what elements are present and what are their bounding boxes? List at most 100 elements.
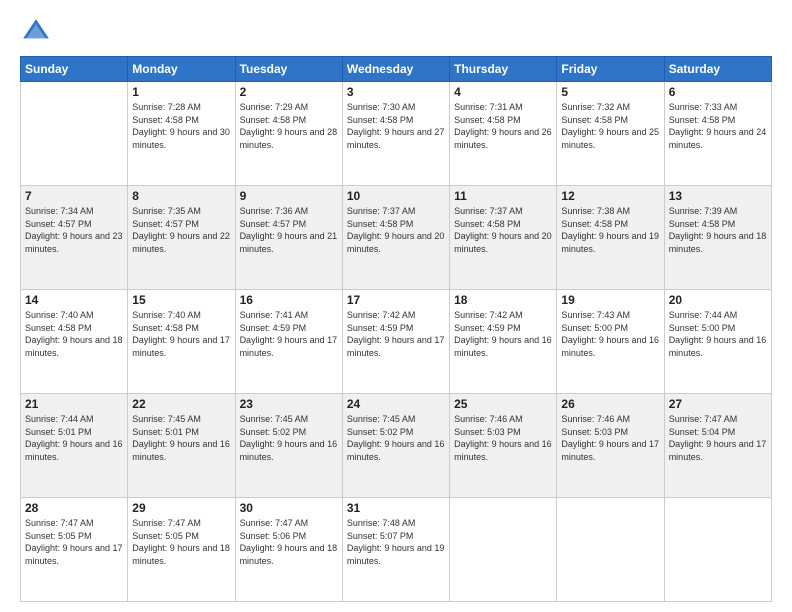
day-number: 10: [347, 189, 445, 203]
daylight-label: Daylight: 9 hours and 21 minutes.: [240, 231, 338, 254]
calendar-cell: 31 Sunrise: 7:48 AM Sunset: 5:07 PM Dayl…: [342, 498, 449, 602]
weekday-header-friday: Friday: [557, 57, 664, 82]
daylight-label: Daylight: 9 hours and 16 minutes.: [454, 335, 552, 358]
calendar-cell: 5 Sunrise: 7:32 AM Sunset: 4:58 PM Dayli…: [557, 82, 664, 186]
calendar-cell: 25 Sunrise: 7:46 AM Sunset: 5:03 PM Dayl…: [450, 394, 557, 498]
day-info: Sunrise: 7:34 AM Sunset: 4:57 PM Dayligh…: [25, 205, 123, 255]
daylight-label: Daylight: 9 hours and 19 minutes.: [347, 543, 445, 566]
daylight-label: Daylight: 9 hours and 25 minutes.: [561, 127, 659, 150]
day-number: 13: [669, 189, 767, 203]
weekday-header-row: SundayMondayTuesdayWednesdayThursdayFrid…: [21, 57, 772, 82]
sunset-label: Sunset: 4:58 PM: [347, 219, 414, 229]
calendar-cell: 29 Sunrise: 7:47 AM Sunset: 5:05 PM Dayl…: [128, 498, 235, 602]
daylight-label: Daylight: 9 hours and 16 minutes.: [347, 439, 445, 462]
sunrise-label: Sunrise: 7:30 AM: [347, 102, 416, 112]
calendar-row-4: 28 Sunrise: 7:47 AM Sunset: 5:05 PM Dayl…: [21, 498, 772, 602]
weekday-header-monday: Monday: [128, 57, 235, 82]
day-info: Sunrise: 7:36 AM Sunset: 4:57 PM Dayligh…: [240, 205, 338, 255]
sunrise-label: Sunrise: 7:34 AM: [25, 206, 94, 216]
sunset-label: Sunset: 4:58 PM: [454, 219, 521, 229]
day-number: 3: [347, 85, 445, 99]
calendar-cell: 26 Sunrise: 7:46 AM Sunset: 5:03 PM Dayl…: [557, 394, 664, 498]
day-number: 9: [240, 189, 338, 203]
sunset-label: Sunset: 4:58 PM: [347, 115, 414, 125]
sunset-label: Sunset: 5:03 PM: [561, 427, 628, 437]
calendar-cell: [21, 82, 128, 186]
day-info: Sunrise: 7:48 AM Sunset: 5:07 PM Dayligh…: [347, 517, 445, 567]
day-number: 5: [561, 85, 659, 99]
weekday-header-thursday: Thursday: [450, 57, 557, 82]
sunrise-label: Sunrise: 7:28 AM: [132, 102, 201, 112]
calendar-cell: 13 Sunrise: 7:39 AM Sunset: 4:58 PM Dayl…: [664, 186, 771, 290]
calendar-cell: 3 Sunrise: 7:30 AM Sunset: 4:58 PM Dayli…: [342, 82, 449, 186]
calendar-cell: 14 Sunrise: 7:40 AM Sunset: 4:58 PM Dayl…: [21, 290, 128, 394]
calendar-cell: [450, 498, 557, 602]
sunset-label: Sunset: 5:05 PM: [132, 531, 199, 541]
sunrise-label: Sunrise: 7:41 AM: [240, 310, 309, 320]
sunset-label: Sunset: 4:59 PM: [240, 323, 307, 333]
daylight-label: Daylight: 9 hours and 18 minutes.: [240, 543, 338, 566]
day-info: Sunrise: 7:44 AM Sunset: 5:00 PM Dayligh…: [669, 309, 767, 359]
header: [20, 16, 772, 48]
daylight-label: Daylight: 9 hours and 16 minutes.: [669, 335, 767, 358]
day-info: Sunrise: 7:41 AM Sunset: 4:59 PM Dayligh…: [240, 309, 338, 359]
sunset-label: Sunset: 4:58 PM: [669, 115, 736, 125]
day-number: 25: [454, 397, 552, 411]
daylight-label: Daylight: 9 hours and 16 minutes.: [25, 439, 123, 462]
sunrise-label: Sunrise: 7:31 AM: [454, 102, 523, 112]
sunrise-label: Sunrise: 7:37 AM: [347, 206, 416, 216]
day-info: Sunrise: 7:42 AM Sunset: 4:59 PM Dayligh…: [347, 309, 445, 359]
calendar-row-2: 14 Sunrise: 7:40 AM Sunset: 4:58 PM Dayl…: [21, 290, 772, 394]
daylight-label: Daylight: 9 hours and 17 minutes.: [132, 335, 230, 358]
calendar-row-0: 1 Sunrise: 7:28 AM Sunset: 4:58 PM Dayli…: [21, 82, 772, 186]
sunset-label: Sunset: 4:57 PM: [132, 219, 199, 229]
day-info: Sunrise: 7:31 AM Sunset: 4:58 PM Dayligh…: [454, 101, 552, 151]
day-number: 28: [25, 501, 123, 515]
sunrise-label: Sunrise: 7:47 AM: [25, 518, 94, 528]
daylight-label: Daylight: 9 hours and 20 minutes.: [347, 231, 445, 254]
sunrise-label: Sunrise: 7:29 AM: [240, 102, 309, 112]
day-info: Sunrise: 7:30 AM Sunset: 4:58 PM Dayligh…: [347, 101, 445, 151]
daylight-label: Daylight: 9 hours and 23 minutes.: [25, 231, 123, 254]
daylight-label: Daylight: 9 hours and 16 minutes.: [561, 335, 659, 358]
day-number: 4: [454, 85, 552, 99]
daylight-label: Daylight: 9 hours and 18 minutes.: [25, 335, 123, 358]
calendar-cell: 15 Sunrise: 7:40 AM Sunset: 4:58 PM Dayl…: [128, 290, 235, 394]
weekday-header-tuesday: Tuesday: [235, 57, 342, 82]
calendar-cell: 6 Sunrise: 7:33 AM Sunset: 4:58 PM Dayli…: [664, 82, 771, 186]
daylight-label: Daylight: 9 hours and 17 minutes.: [240, 335, 338, 358]
day-info: Sunrise: 7:32 AM Sunset: 4:58 PM Dayligh…: [561, 101, 659, 151]
sunrise-label: Sunrise: 7:45 AM: [132, 414, 201, 424]
daylight-label: Daylight: 9 hours and 17 minutes.: [669, 439, 767, 462]
day-number: 17: [347, 293, 445, 307]
day-number: 30: [240, 501, 338, 515]
sunrise-label: Sunrise: 7:47 AM: [240, 518, 309, 528]
sunset-label: Sunset: 4:58 PM: [454, 115, 521, 125]
day-number: 7: [25, 189, 123, 203]
sunrise-label: Sunrise: 7:32 AM: [561, 102, 630, 112]
day-number: 15: [132, 293, 230, 307]
sunrise-label: Sunrise: 7:47 AM: [669, 414, 738, 424]
daylight-label: Daylight: 9 hours and 16 minutes.: [454, 439, 552, 462]
day-number: 8: [132, 189, 230, 203]
logo: [20, 16, 56, 48]
sunrise-label: Sunrise: 7:42 AM: [347, 310, 416, 320]
daylight-label: Daylight: 9 hours and 16 minutes.: [240, 439, 338, 462]
sunset-label: Sunset: 5:06 PM: [240, 531, 307, 541]
daylight-label: Daylight: 9 hours and 26 minutes.: [454, 127, 552, 150]
weekday-header-saturday: Saturday: [664, 57, 771, 82]
day-info: Sunrise: 7:46 AM Sunset: 5:03 PM Dayligh…: [454, 413, 552, 463]
sunrise-label: Sunrise: 7:33 AM: [669, 102, 738, 112]
day-number: 6: [669, 85, 767, 99]
sunset-label: Sunset: 5:04 PM: [669, 427, 736, 437]
day-number: 22: [132, 397, 230, 411]
daylight-label: Daylight: 9 hours and 19 minutes.: [561, 231, 659, 254]
weekday-header-sunday: Sunday: [21, 57, 128, 82]
calendar-cell: 12 Sunrise: 7:38 AM Sunset: 4:58 PM Dayl…: [557, 186, 664, 290]
day-number: 26: [561, 397, 659, 411]
sunset-label: Sunset: 4:58 PM: [561, 115, 628, 125]
day-number: 20: [669, 293, 767, 307]
day-info: Sunrise: 7:43 AM Sunset: 5:00 PM Dayligh…: [561, 309, 659, 359]
sunset-label: Sunset: 4:59 PM: [347, 323, 414, 333]
day-info: Sunrise: 7:46 AM Sunset: 5:03 PM Dayligh…: [561, 413, 659, 463]
